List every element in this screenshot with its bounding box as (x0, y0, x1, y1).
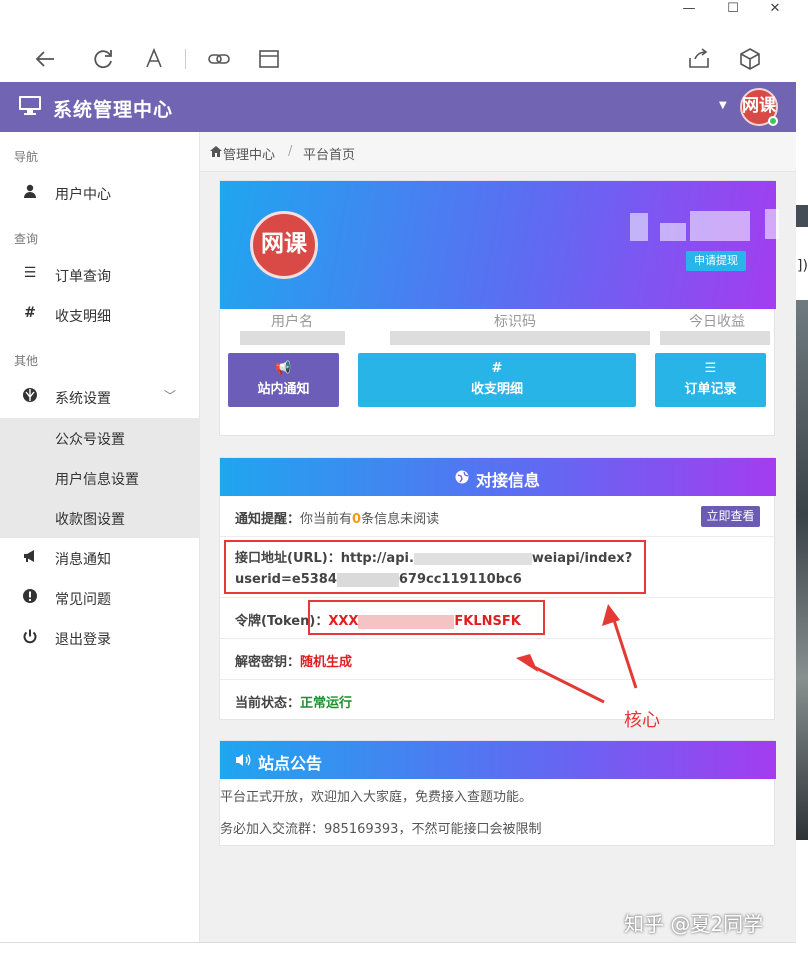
background-window-text: ]) (797, 258, 808, 274)
watermark: 知乎 @夏2同学 (624, 912, 764, 936)
window-bottom-border (0, 942, 796, 943)
background-window-bar (796, 205, 808, 227)
annotation-arrows (516, 604, 638, 704)
annotation-label: 核心 (624, 710, 660, 731)
background-window-image (796, 300, 808, 840)
